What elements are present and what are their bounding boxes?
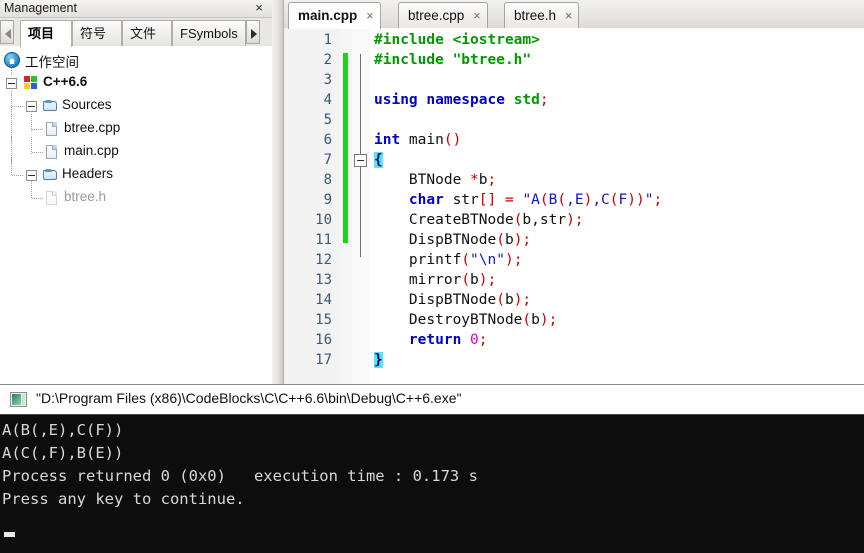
fold-margin[interactable] — [352, 28, 370, 384]
close-icon[interactable]: × — [252, 0, 266, 16]
tree-item-label: C++6.6 — [43, 74, 88, 89]
workspace-icon — [4, 52, 20, 68]
code-line-13: mirror(b); — [374, 272, 497, 288]
expander-headers[interactable] — [26, 170, 37, 181]
code-line-11: DispBTNode(b); — [374, 232, 532, 248]
close-icon[interactable]: × — [366, 3, 373, 29]
line-number: 8 — [323, 172, 332, 188]
file-icon — [46, 145, 57, 159]
tree-item-main-cpp[interactable]: main.cpp — [0, 137, 272, 165]
line-number: 16 — [315, 332, 332, 348]
tree-item-label: Sources — [62, 97, 112, 112]
tree-item-label: btree.h — [64, 189, 107, 204]
tree-item-project[interactable]: C++6.6 — [0, 66, 272, 95]
code-line-10: CreateBTNode(b,str); — [374, 212, 584, 228]
tree-item-btree-cpp[interactable]: btree.cpp — [0, 114, 272, 142]
editor-tab-main-cpp[interactable]: main.cpp × — [288, 2, 381, 29]
line-number: 5 — [323, 112, 332, 128]
editor-tab-btree-h[interactable]: btree.h × — [504, 2, 580, 29]
code-area[interactable]: 1 2 3 4 5 6 7 8 9 10 11 12 13 14 15 16 1 — [284, 28, 864, 384]
line-number: 10 — [315, 212, 332, 228]
line-number: 3 — [323, 72, 332, 88]
editor-tab-label: main.cpp — [298, 8, 358, 23]
line-number: 14 — [315, 292, 332, 308]
editor-tab-label: btree.cpp — [408, 8, 465, 23]
tab-symbols[interactable]: 符号 — [72, 20, 122, 46]
tab-projects[interactable]: 项目 — [20, 20, 72, 47]
close-icon[interactable]: × — [473, 3, 480, 29]
code-line-16: return 0; — [408, 332, 488, 348]
line-number: 12 — [315, 252, 332, 268]
line-number: 13 — [315, 272, 332, 288]
tree-item-label: Headers — [62, 166, 114, 181]
editor-tab-btree-cpp[interactable]: btree.cpp × — [398, 2, 488, 29]
line-number: 15 — [315, 312, 332, 328]
folder-icon — [43, 169, 58, 181]
editor-tab-bar: main.cpp × btree.cpp × btree.h × — [284, 0, 864, 29]
editor-tab-label: btree.h — [514, 8, 557, 23]
console-line: A(B(,E),C(F)) — [2, 421, 124, 439]
tab-fsymbols[interactable]: FSymbols — [172, 20, 246, 46]
console-cursor — [4, 532, 15, 537]
fold-collapse-icon[interactable] — [354, 154, 367, 167]
management-title: Management — [4, 1, 77, 15]
line-number: 17 — [315, 352, 332, 368]
code-line-6: int main() — [374, 132, 462, 148]
file-icon — [46, 191, 57, 205]
code-line-7: { — [374, 152, 383, 168]
tree-item-workspace[interactable]: 工作空间 — [0, 49, 272, 72]
line-number: 7 — [323, 152, 332, 168]
triangle-left-icon[interactable] — [0, 20, 14, 44]
expander-project[interactable] — [6, 78, 17, 89]
tab-files[interactable]: 文件 — [122, 20, 172, 46]
line-number: 2 — [323, 52, 332, 68]
tree-item-sources[interactable]: Sources — [0, 91, 272, 118]
line-number: 9 — [323, 192, 332, 208]
tree-item-label: btree.cpp — [64, 120, 121, 135]
file-icon — [46, 122, 57, 136]
project-icon — [24, 76, 38, 90]
code-line-1: #include <iostream> — [374, 32, 540, 48]
line-number: 11 — [315, 232, 332, 248]
triangle-right-icon[interactable] — [246, 20, 260, 44]
application-window: Management × 项目 符号 文件 FSymbols 工作空间 C++6… — [0, 0, 864, 553]
console-line: Press any key to continue. — [2, 490, 245, 508]
close-icon[interactable]: × — [565, 3, 572, 29]
console-window: "D:\Program Files (x86)\CodeBlocks\C\C++… — [0, 384, 864, 553]
expander-sources[interactable] — [26, 101, 37, 112]
console-output[interactable]: A(B(,E),C(F)) A(C(,F),B(E)) Process retu… — [0, 415, 864, 553]
line-number: 4 — [323, 92, 332, 108]
folder-icon — [43, 100, 58, 112]
management-tab-bar: 项目 符号 文件 FSymbols — [0, 18, 272, 47]
code-line-2: #include "btree.h" — [374, 52, 532, 68]
code-line-17: } — [374, 352, 383, 368]
tree-item-btree-h[interactable]: btree.h — [0, 181, 272, 210]
line-number: 1 — [323, 32, 332, 48]
code-line-15: DestroyBTNode(b); — [374, 312, 558, 328]
management-titlebar: Management × — [0, 0, 272, 18]
tree-item-headers[interactable]: Headers — [0, 158, 272, 187]
code-editor: main.cpp × btree.cpp × btree.h × 1 2 3 4 5 … — [283, 0, 864, 384]
code-line-8: BTNode *b; — [374, 172, 497, 188]
project-tree: 工作空间 C++6.6 Sources btree.cpp main.cpp H… — [0, 46, 272, 384]
line-number: 6 — [323, 132, 332, 148]
code-line-4: using namespace std; — [374, 92, 549, 108]
code-line-12: printf("\n"); — [374, 252, 523, 268]
console-path-label: "D:\Program Files (x86)\CodeBlocks\C\C++… — [36, 390, 462, 406]
console-titlebar: "D:\Program Files (x86)\CodeBlocks\C\C++… — [0, 384, 864, 415]
ide-upper-area: Management × 项目 符号 文件 FSymbols 工作空间 C++6… — [0, 0, 864, 384]
console-window-icon — [10, 392, 27, 407]
console-line: A(C(,F),B(E)) — [2, 444, 124, 462]
management-panel: Management × 项目 符号 文件 FSymbols 工作空间 C++6… — [0, 0, 272, 384]
code-line-14: DispBTNode(b); — [374, 292, 532, 308]
line-number-gutter: 1 2 3 4 5 6 7 8 9 10 11 12 13 14 15 16 1 — [284, 28, 340, 384]
panel-splitter[interactable] — [272, 0, 283, 384]
change-indicator-bar — [343, 53, 348, 243]
tree-item-label: 工作空间 — [25, 55, 79, 70]
code-line-9: char str[] = "A(B(,E),C(F))"; — [408, 192, 663, 208]
console-line: Process returned 0 (0x0) execution time … — [2, 467, 478, 485]
tree-item-label: main.cpp — [64, 143, 119, 158]
